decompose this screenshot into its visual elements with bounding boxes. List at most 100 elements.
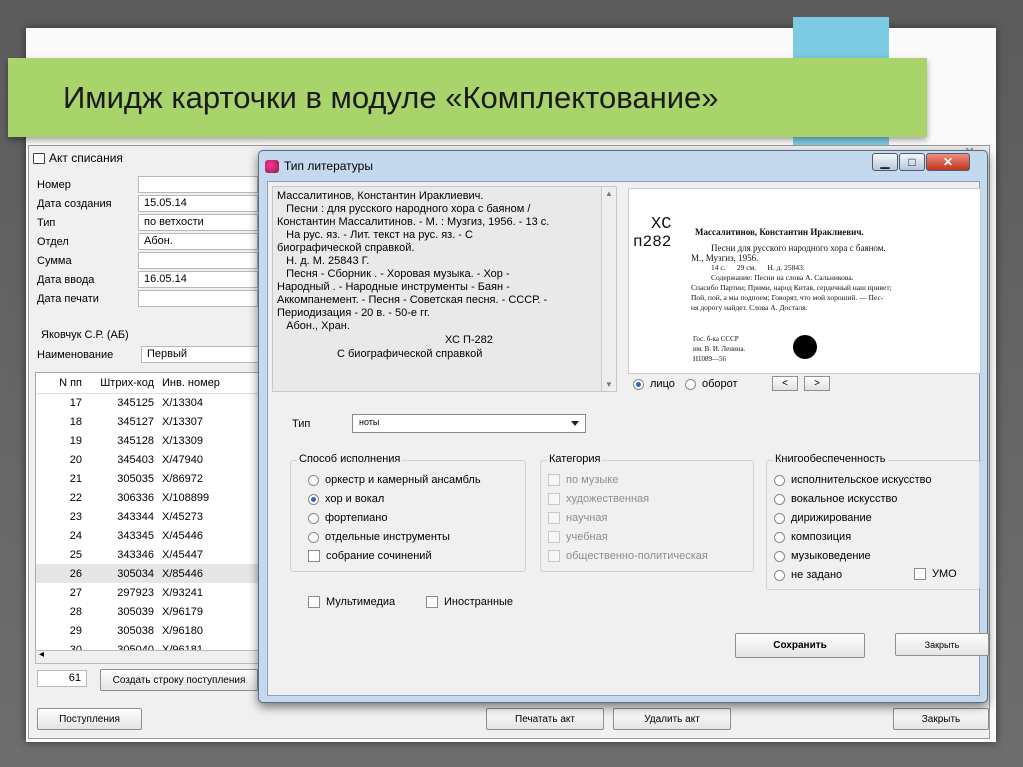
table-row[interactable]: 25 343346 Х/45447 (36, 545, 262, 564)
table-row[interactable]: 20 345403 Х/47940 (36, 450, 262, 469)
name-field[interactable]: Первый (141, 346, 261, 363)
option-label: хор и вокал (325, 493, 385, 505)
performance-option[interactable]: фортепиано (308, 512, 388, 524)
supply-option[interactable]: музыковедение (774, 550, 871, 562)
close-icon[interactable]: ✕ (926, 153, 970, 171)
field-sum[interactable] (138, 252, 258, 269)
field-number[interactable] (138, 176, 258, 193)
table-row[interactable]: 24 343345 Х/45446 (36, 526, 262, 545)
supply-option[interactable]: композиция (774, 531, 851, 543)
save-button[interactable]: Сохранить (735, 633, 865, 658)
maximize-icon[interactable]: □ (899, 153, 925, 171)
umo-checkbox[interactable] (914, 568, 926, 580)
table-cell: 21 (69, 472, 82, 485)
receipts-button[interactable]: Поступления (37, 708, 142, 730)
scroll-up-icon[interactable]: ▲ (605, 189, 613, 198)
performance-option[interactable]: отдельные инструменты (308, 531, 450, 543)
table-row[interactable]: 26 305034 Х/85446 (36, 564, 262, 583)
radio-button[interactable] (774, 569, 785, 581)
option-label: собрание сочинений (326, 550, 432, 562)
field-print-date[interactable] (138, 290, 258, 307)
multimedia-checkbox[interactable] (308, 596, 320, 608)
table-cell: Х/13309 (162, 434, 203, 447)
supply-option[interactable]: вокальное искусство (774, 493, 897, 505)
close-act-button[interactable]: Закрыть (893, 708, 989, 730)
radio-back[interactable] (685, 378, 696, 390)
radio-button[interactable] (308, 512, 319, 524)
category-option: художественная (548, 493, 649, 505)
radio-button[interactable] (774, 512, 785, 524)
foreign-checkbox[interactable] (426, 596, 438, 608)
field-created[interactable]: 15.05.14 (138, 195, 258, 212)
field-input-date[interactable]: 16.05.14 (138, 271, 258, 288)
table-cell: 297923 (117, 586, 154, 599)
supply-option[interactable]: не задано (774, 569, 842, 581)
field-label-print-date: Дата печати (37, 293, 99, 305)
table-cell: 343344 (117, 510, 154, 523)
literature-type-dialog: Тип литературы ▁ □ ✕ Массалитинов, Конст… (258, 150, 989, 703)
radio-button[interactable] (308, 474, 319, 486)
table-row[interactable]: 21 305035 Х/86972 (36, 469, 262, 488)
multimedia-label: Мультимедиа (326, 596, 396, 608)
column-header[interactable]: Штрих-код (86, 373, 158, 394)
multimedia-option[interactable]: Мультимедиа (308, 596, 395, 608)
option-label: не задано (791, 569, 843, 581)
field-label-created: Дата создания (37, 198, 112, 210)
performance-option[interactable]: хор и вокал (308, 493, 384, 505)
performance-option[interactable]: оркестр и камерный ансамбль (308, 474, 481, 486)
collected-works-option[interactable]: собрание сочинений (308, 550, 432, 562)
field-type[interactable]: по ветхости (138, 214, 258, 231)
table-row[interactable]: 19 345128 Х/13309 (36, 431, 262, 450)
scroll-left-icon[interactable]: ◂ (39, 649, 44, 660)
table-row[interactable]: 22 306336 Х/108899 (36, 488, 262, 507)
scroll-down-icon[interactable]: ▼ (605, 380, 613, 389)
print-act-button[interactable]: Печатать акт (486, 708, 604, 730)
field-dept[interactable]: Абон. (138, 233, 258, 250)
minimize-icon[interactable]: ▁ (872, 153, 898, 171)
book-icon (33, 152, 45, 164)
radio-front[interactable] (633, 378, 644, 390)
table-row[interactable]: 18 345127 Х/13307 (36, 412, 262, 431)
foreign-option[interactable]: Иностранные (426, 596, 513, 608)
type-select[interactable]: ноты (352, 414, 586, 433)
ink-blot (793, 335, 817, 359)
add-receipt-row-button[interactable]: Создать строку поступления (100, 669, 258, 691)
radio-button[interactable] (774, 531, 785, 543)
table-cell: Х/45447 (162, 548, 203, 561)
foreign-label: Иностранные (444, 596, 514, 608)
side-front-option[interactable]: лицо (633, 378, 675, 390)
next-page-button[interactable]: > (804, 376, 830, 391)
close-button[interactable]: Закрыть (895, 633, 989, 656)
option-label: художественная (566, 493, 650, 505)
radio-button[interactable] (774, 474, 785, 486)
table-row[interactable]: 28 305039 Х/96179 (36, 602, 262, 621)
side-back-option[interactable]: оборот (685, 378, 738, 390)
radio-button[interactable] (308, 531, 319, 543)
items-table: N пп Штрих-код Инв. номер 17 345125 Х/1330… (35, 372, 263, 652)
table-cell: Х/86972 (162, 472, 203, 485)
dialog-titlebar: Тип литературы (265, 157, 373, 175)
category-option: общественно-политическая (548, 550, 708, 562)
image-author: Массалитинов, Константин Ираклиевич. (695, 227, 864, 237)
table-row[interactable]: 27 297923 Х/93241 (36, 583, 262, 602)
card-text-line: Н. д. М. 25843 Г. (277, 255, 370, 267)
umo-option[interactable]: УМО (914, 568, 957, 580)
column-header[interactable]: Инв. номер (158, 373, 262, 394)
radio-button[interactable] (774, 550, 785, 562)
supply-option[interactable]: дирижирование (774, 512, 872, 524)
horizontal-scrollbar[interactable]: ◂ (35, 649, 263, 664)
table-row[interactable]: 23 343344 Х/45273 (36, 507, 262, 526)
option-label: дирижирование (791, 512, 872, 524)
column-header[interactable]: N пп (36, 373, 86, 394)
side-back-label: оборот (702, 378, 738, 390)
radio-button[interactable] (774, 493, 785, 505)
radio-button[interactable] (308, 493, 319, 505)
delete-act-button[interactable]: Удалить акт (613, 708, 731, 730)
supply-option[interactable]: исполнительское искусство (774, 474, 932, 486)
collected-works-checkbox[interactable] (308, 550, 320, 562)
table-row[interactable]: 29 305038 Х/96180 (36, 621, 262, 640)
vertical-scrollbar[interactable]: ▲ ▼ (601, 187, 616, 391)
prev-page-button[interactable]: < (772, 376, 798, 391)
table-cell: 22 (69, 491, 82, 504)
table-row[interactable]: 17 345125 Х/13304 (36, 393, 262, 412)
